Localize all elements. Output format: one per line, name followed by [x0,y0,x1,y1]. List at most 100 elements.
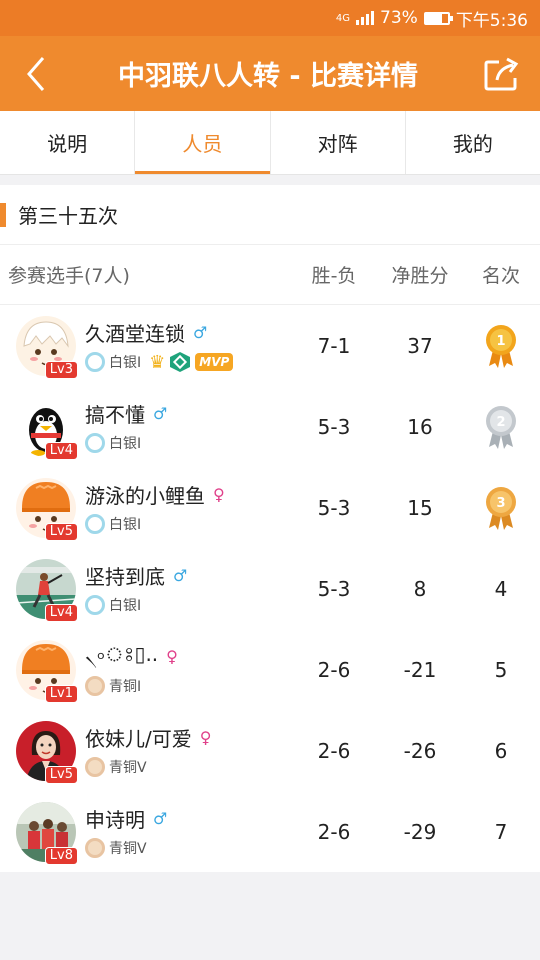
gender-icon: ♂ [193,322,208,342]
player-row[interactable]: Lv5 游泳的小鲤鱼 ♀ 白银I 5-3 15 3 [0,467,540,548]
header-net-points: 净胜分 [391,265,449,287]
net-points-value: 16 [407,414,433,439]
player-cell: Lv8 申诗明 ♂ 青铜V [0,801,290,865]
player-info: 游泳的小鲤鱼 ♀ 白银I [85,480,225,535]
diamond-badge-icon [169,351,191,373]
player-info: 坚持到底 ♂ 白银I [85,561,187,616]
gender-icon: ♂ [173,565,188,585]
avatar[interactable]: Lv5 [16,477,78,541]
player-meta: 白银I [85,432,167,454]
header-players: 参赛选手(7人) [8,265,130,287]
win-loss-value: 5-3 [317,576,351,601]
rank-medal: 3 [462,486,540,530]
gender-icon: ♂ [153,808,168,828]
level-badge: Lv4 [44,441,78,460]
tab-matchups[interactable]: 对阵 [271,111,406,174]
player-name-line: 游泳的小鲤鱼 ♀ [85,480,225,508]
net-points-value: 8 [413,576,427,601]
medal-silver-icon: 2 [486,405,516,449]
rank-value: 7 [494,819,508,844]
win-loss-value: 7-1 [317,333,351,358]
player-cell: Lv4 搞不懂 ♂ 白银I [0,396,290,460]
player-meta: 白银I [85,513,225,535]
level-badge: Lv4 [44,603,78,622]
net-points-value: 15 [407,495,433,520]
tier-label: 白银I [109,598,142,614]
player-info: 申诗明 ♂ 青铜V [85,804,167,859]
tab-description[interactable]: 说明 [0,111,136,174]
player-info: 依妹儿/可爱 ♀ 青铜V [85,723,211,778]
avatar[interactable]: Lv3 [16,315,78,379]
player-cell: Lv5 依妹儿/可爱 ♀ 青铜V [0,720,290,784]
win-loss-value: 5-3 [317,414,351,439]
player-row[interactable]: Lv8 申诗明 ♂ 青铜V 2-6 -29 7 [0,791,540,872]
gender-icon: ♀ [199,727,212,747]
tier-icon [85,757,105,777]
share-button[interactable] [480,52,524,96]
share-icon [484,57,519,90]
tier-icon [85,352,105,372]
player-row[interactable]: Lv4 搞不懂 ♂ 白银I 5-3 16 2 [0,386,540,467]
player-info: 搞不懂 ♂ 白银I [85,399,167,454]
player-meta: 青铜I [85,675,178,697]
win-loss-value: 2-6 [317,657,351,682]
tier-icon [85,514,105,534]
player-meta: 白银I ♛ MVP [85,351,234,373]
network-type: 4G [335,12,351,24]
header-win-loss: 胜-负 [311,265,357,287]
app-header: 中羽联八人转 - 比赛详情 [0,36,540,111]
net-points-value: -26 [403,738,437,763]
avatar[interactable]: Lv5 [16,720,78,784]
avatar[interactable]: Lv4 [16,396,78,460]
player-cell: Lv3 久酒堂连锁 ♂ 白银I ♛ MVP [0,315,290,379]
clock: 下午5:36 [455,10,528,31]
level-badge: Lv1 [44,684,78,703]
tier-label: 青铜I [109,679,142,695]
player-name: 久酒堂连锁 [85,321,185,346]
player-row[interactable]: Lv1 ৲৹ঃ▯.. ♀ 青铜I 2-6 -21 5 [0,629,540,710]
player-cell: Lv1 ৲৹ঃ▯.. ♀ 青铜I [0,639,290,703]
net-points-value: -21 [403,657,437,682]
chevron-left-icon [27,56,45,91]
player-row[interactable]: Lv5 依妹儿/可爱 ♀ 青铜V 2-6 -26 6 [0,710,540,791]
player-meta: 青铜V [85,837,167,859]
player-row[interactable]: Lv3 久酒堂连锁 ♂ 白银I ♛ MVP 7-1 37 1 [0,305,540,386]
tab-players[interactable]: 人员 [135,111,271,174]
level-badge: Lv5 [44,522,78,541]
player-cell: Lv5 游泳的小鲤鱼 ♀ 白银I [0,477,290,541]
tab-mine[interactable]: 我的 [406,111,540,174]
avatar[interactable]: Lv8 [16,801,78,865]
level-badge: Lv5 [44,765,78,784]
net-points-value: -29 [403,819,437,844]
crown-icon: ♛ [149,351,166,373]
rank-value: 4 [494,576,508,601]
rank-medal: 1 [462,324,540,368]
level-badge: Lv8 [44,846,78,865]
status-bar: 4G 73% 下午5:36 [0,0,540,36]
avatar[interactable]: Lv1 [16,639,78,703]
mvp-badge: MVP [195,353,234,371]
tier-label: 白银I [109,355,142,371]
win-loss-value: 2-6 [317,738,351,763]
accent-bar [0,202,6,227]
round-title: 第三十五次 [18,204,118,228]
tier-label: 青铜V [109,760,147,776]
player-name: 游泳的小鲤鱼 [85,483,205,508]
rank-medal: 2 [462,405,540,449]
back-button[interactable] [16,54,56,94]
player-name-line: 依妹儿/可爱 ♀ [85,723,211,751]
player-meta: 白银I [85,594,187,616]
player-name: 搞不懂 [85,402,145,427]
net-points-value: 37 [407,333,433,358]
player-name-line: 搞不懂 ♂ [85,399,167,427]
win-loss-value: 2-6 [317,819,351,844]
player-name: 坚持到底 [85,564,165,589]
avatar[interactable]: Lv4 [16,558,78,622]
medal-rank-text: 1 [496,334,505,349]
tier-icon [85,595,105,615]
tier-icon [85,433,105,453]
gender-icon: ♀ [213,484,225,504]
player-name: ৲৹ঃ▯.. [85,641,159,666]
player-row[interactable]: Lv4 坚持到底 ♂ 白银I 5-3 8 4 [0,548,540,629]
standings-section: 第三十五次 参赛选手(7人) 胜-负 净胜分 名次 Lv3 久酒堂连锁 ♂ 白银I ♛ M… [0,185,540,872]
